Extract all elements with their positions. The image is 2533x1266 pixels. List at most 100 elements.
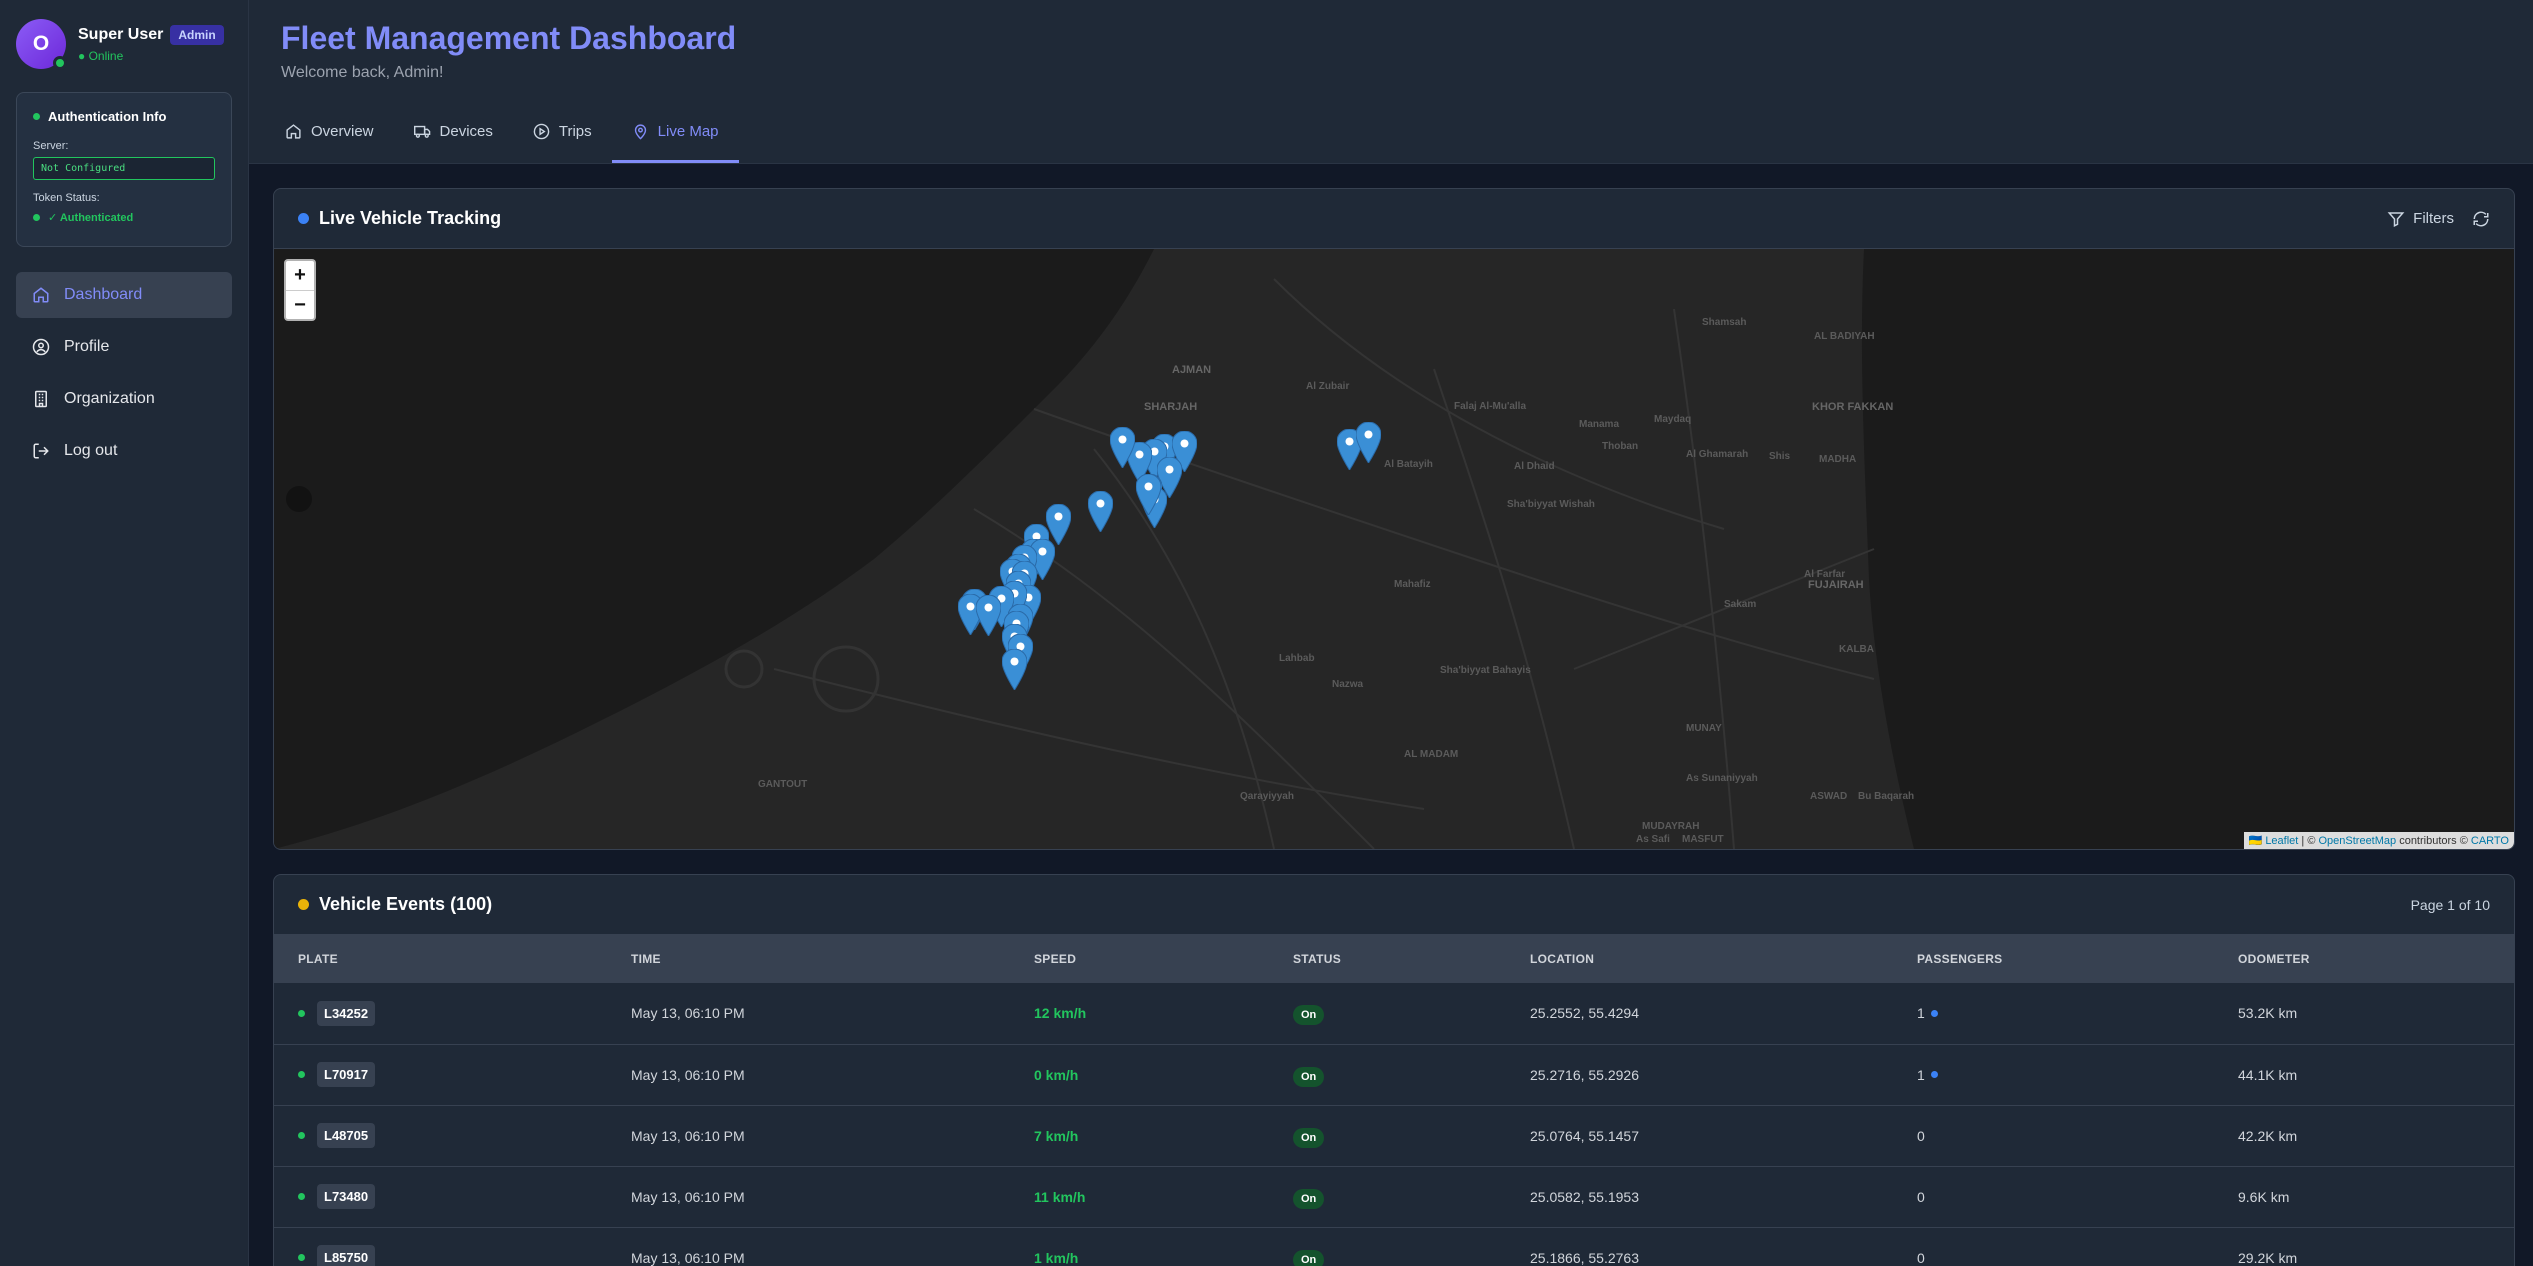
zoom-out-button[interactable]: − — [286, 290, 314, 319]
user-circle-icon — [32, 338, 50, 356]
plate-badge: L34252 — [317, 1000, 376, 1026]
vehicle-marker[interactable] — [1001, 648, 1028, 691]
osm-link[interactable]: OpenStreetMap — [2318, 835, 2396, 847]
speed-value: 12 km/h — [1034, 1005, 1087, 1022]
vehicle-events-title-row: Vehicle Events (100) — [298, 894, 492, 915]
sidebar-item-profile[interactable]: Profile — [16, 324, 232, 370]
sidebar-item-dashboard[interactable]: Dashboard — [16, 272, 232, 318]
place-label: KHOR FAKKAN — [1812, 401, 1894, 413]
speed-value: 11 km/h — [1034, 1188, 1086, 1205]
odometer-cell: 9.6K km — [2238, 1188, 2290, 1205]
status-badge: On — [1293, 1127, 1325, 1148]
speed-cell: 7 km/h — [1010, 1105, 1269, 1166]
status-badge: On — [1293, 1005, 1325, 1026]
column-header[interactable]: SPEED — [1010, 935, 1269, 983]
live-indicator-dot — [298, 213, 309, 224]
sidebar-nav: Dashboard Profile Organization Log out — [16, 272, 232, 474]
place-label: Bu Baqarah — [1858, 791, 1915, 802]
table-header-row: PLATE TIME SPEED STATUS LOCATION PASSENG… — [274, 935, 2514, 983]
auth-info-card: Authentication Info Server: Not Configur… — [16, 92, 232, 247]
sea-area — [1861, 249, 2514, 849]
vehicle-marker-icon — [975, 594, 1002, 637]
vehicle-marker[interactable] — [1087, 490, 1114, 533]
place-label: MUDAYRAH — [1642, 821, 1700, 832]
auth-title: Authentication Info — [48, 109, 167, 124]
vehicle-marker-icon — [1355, 421, 1382, 464]
place-label: As Safi — [1636, 834, 1670, 845]
status-badge: On — [1293, 1066, 1325, 1087]
plate-cell: L70917 — [274, 1044, 607, 1105]
time-cell: May 13, 06:10 PM — [631, 1127, 745, 1144]
location-cell: 25.2552, 55.4294 — [1530, 1005, 1639, 1022]
sidebar-item-organization[interactable]: Organization — [16, 376, 232, 422]
passenger-dot — [1930, 1071, 1938, 1078]
place-label: Nazwa — [1332, 679, 1364, 690]
column-header[interactable]: LOCATION — [1506, 935, 1893, 983]
location-cell: 25.0582, 55.1953 — [1530, 1188, 1639, 1205]
page-title: Fleet Management Dashboard — [281, 20, 737, 56]
place-label: Manama — [1579, 419, 1620, 430]
speed-cell: 11 km/h — [1010, 1166, 1269, 1227]
sidebar-item-label: Organization — [64, 390, 155, 407]
place-label: Sha'biyyat Bahayis — [1440, 665, 1531, 676]
filters-button[interactable]: Filters — [2387, 210, 2454, 228]
place-label: Shis — [1769, 451, 1791, 462]
sidebar: O Super User Admin ● Online Authenticati… — [0, 0, 249, 1266]
table-row[interactable]: L73480 May 13, 06:10 PM 11 km/h On 25.05… — [274, 1166, 2514, 1227]
island — [286, 486, 312, 512]
time-cell: May 13, 06:10 PM — [631, 1188, 745, 1205]
place-label: MADHA — [1819, 454, 1857, 465]
tab-label: Overview — [311, 123, 374, 140]
user-name: Super User — [78, 26, 164, 43]
vehicle-marker[interactable] — [1355, 421, 1382, 464]
column-header[interactable]: STATUS — [1269, 935, 1506, 983]
vehicle-marker[interactable] — [975, 594, 1002, 637]
plate-badge: L85750 — [317, 1245, 376, 1266]
tab-trips[interactable]: Trips — [513, 103, 612, 163]
table-row[interactable]: L70917 May 13, 06:10 PM 0 km/h On 25.271… — [274, 1044, 2514, 1105]
live-map[interactable]: + − AJMAN SHARJAH Al Zubair Falaj Al-Mu'all… — [274, 249, 2514, 849]
odometer-cell: 53.2K km — [2238, 1005, 2298, 1022]
tab-overview[interactable]: Overview — [265, 103, 394, 163]
tab-devices[interactable]: Devices — [394, 103, 513, 163]
column-header[interactable]: PASSENGERS — [1893, 935, 2214, 983]
vehicle-marker[interactable] — [1109, 426, 1136, 469]
refresh-button[interactable] — [2472, 210, 2490, 228]
token-status: ✓ Authenticated — [48, 212, 134, 224]
sidebar-item-logout[interactable]: Log out — [16, 428, 232, 474]
status-cell: On — [1269, 1166, 1506, 1227]
events-table-body: L34252 May 13, 06:10 PM 12 km/h On 25.25… — [274, 983, 2514, 1266]
tab-live-map[interactable]: Live Map — [611, 103, 739, 163]
plate-cell: L85750 — [274, 1227, 607, 1266]
sidebar-item-label: Profile — [64, 338, 110, 355]
place-label: Lahbab — [1279, 653, 1315, 664]
place-label: Al Zubair — [1306, 381, 1350, 392]
leaflet-link[interactable]: 🇺🇦 Leaflet — [2249, 835, 2299, 847]
table-row[interactable]: L48705 May 13, 06:10 PM 7 km/h On 25.076… — [274, 1105, 2514, 1166]
user-status: ● Online — [78, 49, 124, 63]
logout-icon — [33, 443, 49, 459]
building-icon — [35, 390, 47, 408]
column-header[interactable]: TIME — [607, 935, 1010, 983]
zoom-in-button[interactable]: + — [286, 261, 314, 290]
passenger-count: 1 — [1917, 1005, 1925, 1022]
avatar[interactable]: O — [16, 19, 67, 70]
place-label: Sakam — [1724, 599, 1757, 610]
vehicle-marker-icon — [1109, 426, 1136, 469]
online-dot — [298, 1009, 305, 1017]
column-header[interactable]: ODOMETER — [2214, 935, 2514, 983]
live-tracking-card: Live Vehicle Tracking Filters + − AJMAN … — [273, 188, 2515, 850]
table-row[interactable]: L85750 May 13, 06:10 PM 1 km/h On 25.186… — [274, 1227, 2514, 1266]
map-actions: Filters — [2387, 210, 2490, 228]
vehicle-marker[interactable] — [1135, 473, 1162, 516]
speed-value: 1 km/h — [1034, 1249, 1079, 1266]
column-header[interactable]: PLATE — [274, 935, 607, 983]
carto-link[interactable]: CARTO — [2471, 835, 2509, 847]
table-row[interactable]: L34252 May 13, 06:10 PM 12 km/h On 25.25… — [274, 983, 2514, 1044]
plate-cell: L48705 — [274, 1105, 607, 1166]
place-label: KALBA — [1839, 644, 1874, 655]
zoom-control: + − — [284, 259, 316, 321]
speed-value: 0 km/h — [1034, 1066, 1079, 1083]
place-label: Mahafiz — [1394, 579, 1431, 590]
vehicle-marker-icon — [1001, 648, 1028, 691]
